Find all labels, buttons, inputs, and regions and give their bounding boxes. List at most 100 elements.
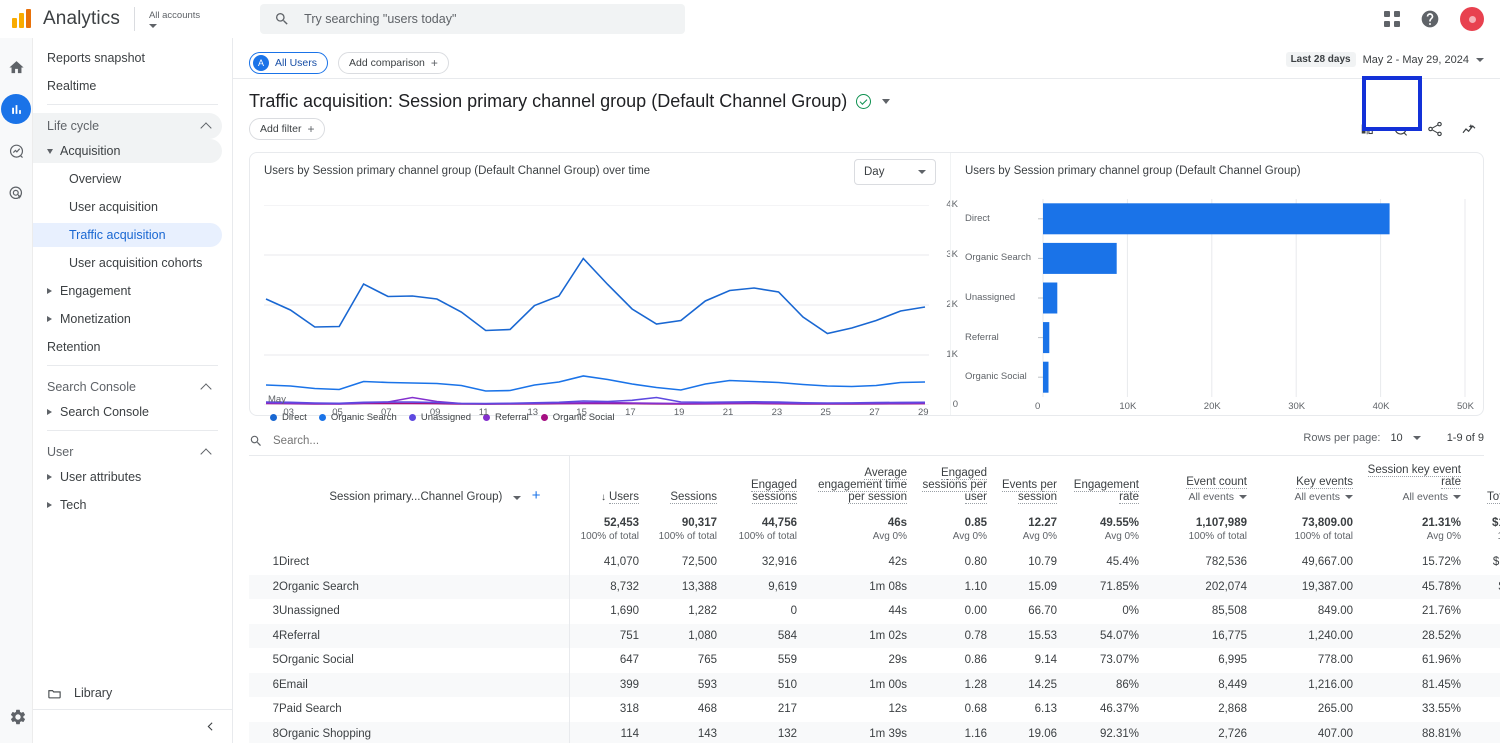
column-label: Engagement rate [1073, 479, 1139, 504]
table-row[interactable]: 4 Referral 751 1,080 584 1m 02s 0.78 15.53 54.… [249, 623, 1500, 648]
chevron-down-icon[interactable] [512, 496, 521, 500]
search-icon [250, 435, 261, 446]
granularity-selector[interactable]: Day [854, 159, 936, 185]
column-header-event-count[interactable]: Event count All events [1147, 456, 1255, 511]
chevron-up-icon [200, 382, 212, 395]
table-row[interactable]: 7 Paid Search 318 468 217 12s 0.68 6.13 46.37%… [249, 697, 1500, 722]
row-name[interactable]: Direct [279, 556, 309, 568]
totals-subtext: 100% of total [580, 531, 639, 542]
sidebar-item-user-acquisition[interactable]: User acquisition [33, 195, 222, 219]
advertising-icon[interactable] [1, 178, 31, 208]
row-name[interactable]: Unassigned [279, 605, 340, 617]
row-name[interactable]: Email [279, 679, 308, 691]
row-metric-cell: 1m 39s [869, 727, 907, 740]
share-icon[interactable] [1420, 114, 1450, 144]
column-header-engaged-sessions-per-user[interactable]: Engaged sessions per user [915, 456, 995, 511]
sidebar-item-realtime[interactable]: Realtime [33, 74, 222, 98]
sidebar-group-label: User [47, 445, 74, 459]
column-header-engagement-rate[interactable]: Engagement rate [1065, 456, 1147, 511]
help-icon[interactable] [1420, 9, 1440, 29]
chevron-down-icon[interactable] [1412, 436, 1421, 440]
table-row[interactable]: 2 Organic Search 8,732 13,388 9,619 1m 08s 1… [249, 574, 1500, 599]
sidebar-item-label: Tech [60, 498, 87, 512]
sidebar-item-label: Engagement [60, 284, 131, 298]
sidebar-item-user-acquisition-cohorts[interactable]: User acquisition cohorts [33, 251, 222, 275]
column-header-key-events[interactable]: Key events All events [1255, 456, 1361, 511]
account-selector[interactable]: All accounts [148, 10, 201, 28]
row-name[interactable]: Organic Search [279, 581, 359, 593]
x-tick-label: 15 [576, 407, 587, 418]
collapse-sidebar-button[interactable] [33, 709, 233, 743]
column-header-total-revenue[interactable]: Total revenue [1469, 456, 1500, 511]
legend-item[interactable]: Referral [483, 412, 529, 423]
row-name[interactable]: Organic Shopping [279, 728, 371, 740]
sidebar-group-user[interactable]: User [33, 439, 222, 465]
reports-icon[interactable] [1, 94, 31, 124]
table-row[interactable]: 5 Organic Social 647 765 559 29s 0.86 9.14 73.… [249, 648, 1500, 673]
bar-category-label: Direct [965, 212, 990, 224]
column-filter-session-key-event-rate[interactable]: All events [1361, 491, 1461, 503]
add-dimension-button[interactable]: + [532, 487, 541, 504]
divider [133, 7, 135, 31]
sidebar-item-search-console[interactable]: Search Console [33, 400, 222, 424]
column-header-sessions[interactable]: Sessions [647, 456, 725, 511]
sidebar-item-user-attributes[interactable]: User attributes [33, 465, 222, 489]
date-range-selector[interactable]: Last 28 days May 2 - May 29, 2024 [1285, 52, 1484, 67]
row-name[interactable]: Paid Search [279, 703, 342, 715]
column-header-events-per-session[interactable]: Events per session [995, 456, 1065, 511]
table-row[interactable]: 1 Direct 41,070 72,500 32,916 42s 0.80 10.79 4… [249, 550, 1500, 575]
row-metric-cell: 12s [888, 703, 907, 716]
table-search-input[interactable] [273, 434, 573, 447]
trend-icon[interactable] [1454, 114, 1484, 144]
sidebar-group-search-console[interactable]: Search Console [33, 374, 222, 400]
column-header-avg-engagement-time[interactable]: Average engagement time per session [805, 456, 915, 511]
sidebar-item-overview[interactable]: Overview [33, 167, 222, 191]
sidebar-item-tech[interactable]: Tech [33, 493, 222, 517]
column-filter-key-events[interactable]: All events [1255, 491, 1353, 503]
sidebar-item-library[interactable]: Library [33, 677, 233, 709]
user-avatar[interactable] [1460, 7, 1484, 31]
add-filter-button[interactable]: Add filter + [249, 118, 326, 140]
row-metric-cell: 72,500 [681, 556, 717, 569]
chevron-down-icon[interactable] [882, 99, 891, 104]
row-index: 7 [272, 703, 279, 716]
search-input[interactable] [304, 12, 672, 26]
all-users-chip[interactable]: A All Users [249, 52, 329, 74]
table-row[interactable]: 3 Unassigned 1,690 1,282 0 44s 0.00 66.70 0% 85… [249, 599, 1500, 624]
topbar-actions [1384, 7, 1484, 31]
rows-per-page-value[interactable]: 10 [1390, 432, 1402, 444]
totals-subtext: 100% of total [1469, 531, 1500, 542]
row-metric-cell: 0.00 [964, 605, 987, 618]
sidebar-item-retention[interactable]: Retention [33, 335, 222, 359]
column-label: Key events [1296, 476, 1353, 489]
global-search-box[interactable] [260, 4, 686, 34]
avatar: A [253, 55, 269, 71]
admin-gear-icon[interactable] [9, 708, 27, 731]
table-row[interactable]: 6 Email 399 593 510 1m 00s 1.28 14.25 86% 8,449… [249, 672, 1500, 697]
row-name[interactable]: Referral [279, 630, 320, 642]
column-filter-event-count[interactable]: All events [1147, 491, 1247, 503]
column-header-session-key-event-rate[interactable]: Session key event rate All events [1361, 456, 1469, 511]
verified-icon[interactable] [856, 94, 872, 109]
sidebar-item-engagement[interactable]: Engagement [33, 279, 222, 303]
sidebar-group-life-cycle[interactable]: Life cycle [33, 113, 222, 139]
column-header-users[interactable]: ↓ Users [569, 456, 647, 511]
totals-cell: 0.85 Avg 0% [915, 511, 995, 550]
row-metric-cell: 15.72% [1421, 556, 1461, 569]
add-comparison-button[interactable]: Add comparison + [338, 52, 449, 74]
table-row[interactable]: 8 Organic Shopping 114 143 132 1m 39s 1.16 19… [249, 721, 1500, 743]
home-icon[interactable] [1, 52, 31, 82]
sidebar-item-reports-snapshot[interactable]: Reports snapshot [33, 46, 222, 70]
sidebar-item-monetization[interactable]: Monetization [33, 307, 222, 331]
row-name[interactable]: Organic Social [279, 654, 354, 666]
account-selector-label: All accounts [148, 10, 201, 21]
row-metric-cell: 9,619 [768, 580, 797, 593]
column-header-engaged-sessions[interactable]: Engaged sessions [725, 456, 805, 511]
apps-grid-icon[interactable] [1384, 11, 1400, 27]
sidebar-item-traffic-acquisition[interactable]: Traffic acquisition [33, 223, 222, 247]
explore-icon[interactable] [1, 136, 31, 166]
totals-cell: 49.55% Avg 0% [1065, 511, 1147, 550]
row-metric-cell: 1,282 [688, 605, 717, 618]
sidebar-item-acquisition[interactable]: Acquisition [33, 139, 222, 163]
dimension-header-cell[interactable]: Session primary...Channel Group) + [249, 456, 570, 511]
